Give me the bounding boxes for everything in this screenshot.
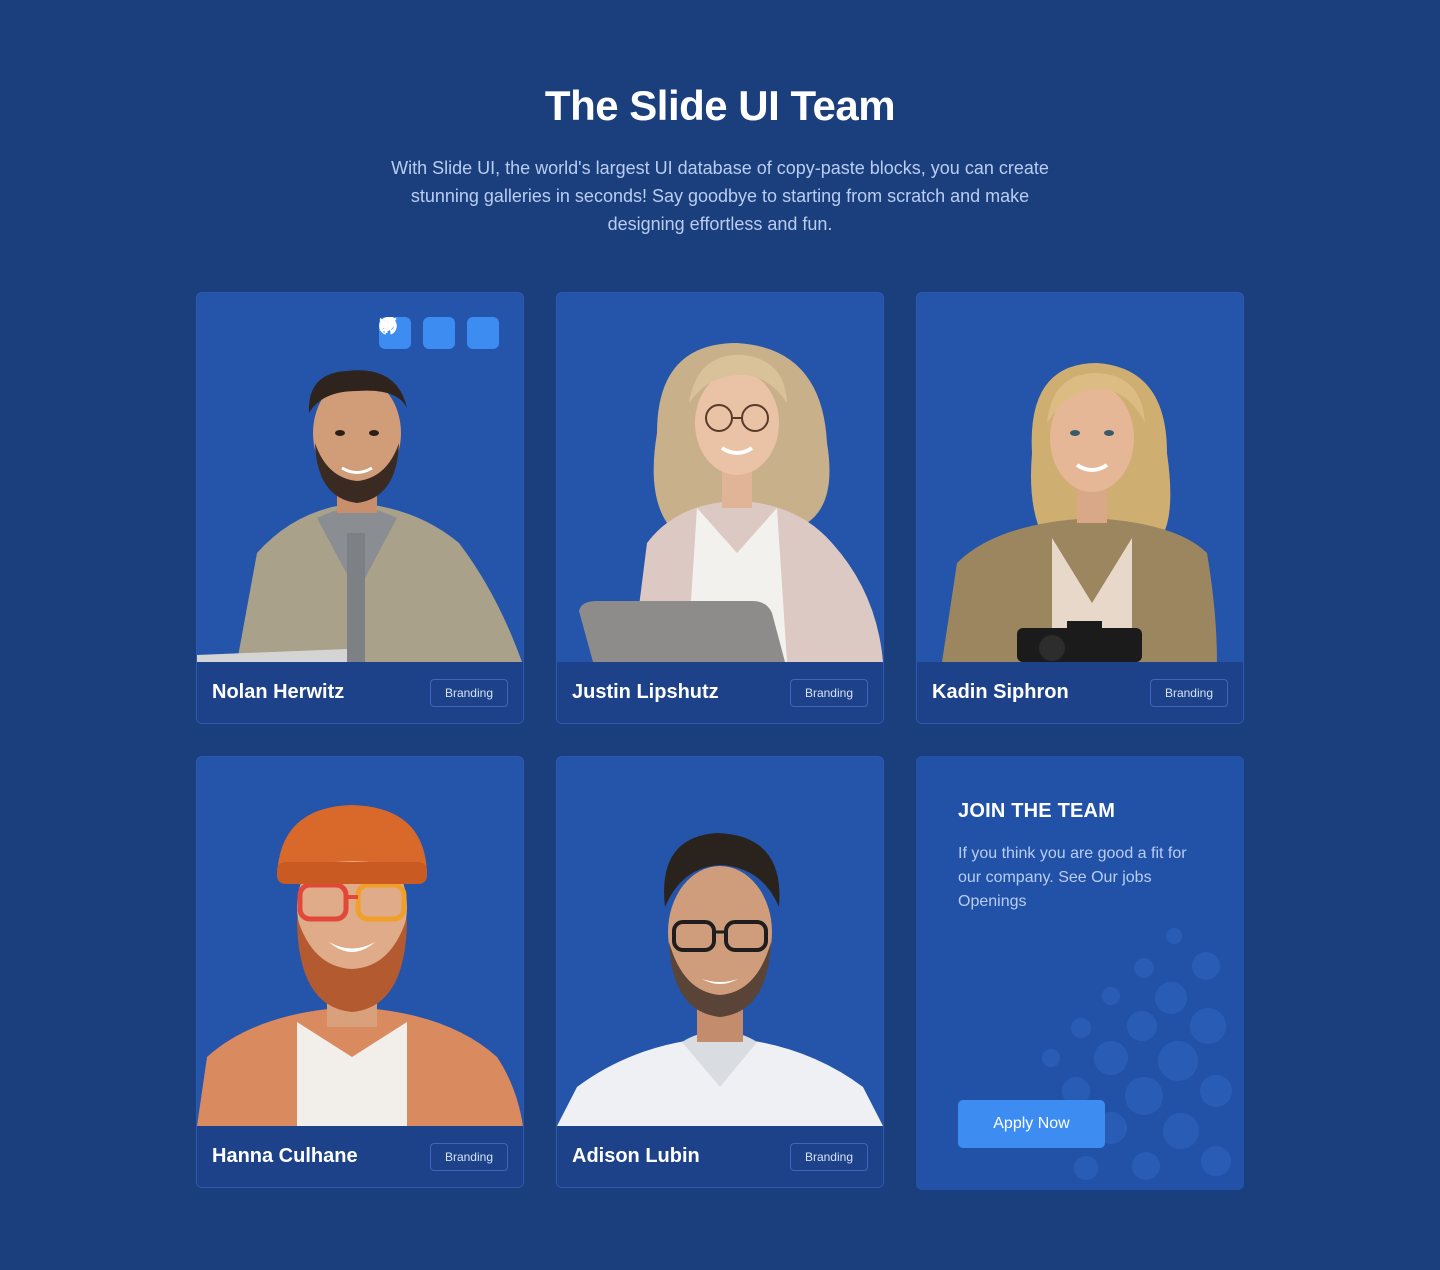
member-role-badge[interactable]: Branding [429,1142,508,1171]
join-text: If you think you are good a fit for our … [958,845,1187,910]
team-header: The Slide UI Team With Slide UI, the wor… [0,80,1440,238]
page-title: The Slide UI Team [544,82,896,129]
member-role-badge[interactable]: Branding [789,1142,868,1171]
member-role-badge[interactable]: Branding [789,678,868,707]
team-card[interactable]: Hanna Culhane Branding [196,756,524,1188]
woman-with-laptop-portrait-illustration [579,343,883,662]
team-card[interactable]: Justin Lipshutz Branding [556,292,884,724]
team-card[interactable]: Adison Lubin Branding [556,756,884,1188]
member-photo [557,293,883,662]
social-links [379,317,499,349]
member-photo [917,293,1243,662]
member-footer: Nolan Herwitz Branding [197,662,523,723]
member-name: Kadin Siphron [932,681,1069,703]
woman-with-camera-portrait-illustration [942,363,1217,662]
member-footer: Justin Lipshutz Branding [557,662,883,723]
twitter-icon[interactable] [379,317,455,349]
member-photo [197,293,523,662]
team-card[interactable]: Nolan Herwitz Branding [196,292,524,724]
team-card[interactable]: Kadin Siphron Branding [916,292,1244,724]
member-footer: Kadin Siphron Branding [917,662,1243,723]
member-role-badge[interactable]: Branding [429,678,508,707]
apply-now-button[interactable]: Apply Now [958,1100,1105,1148]
join-title: JOIN THE TEAM [958,800,1116,822]
man-with-beanie-portrait-illustration [197,805,523,1126]
join-team-card: JOIN THE TEAM If you think you are good … [916,756,1244,1190]
member-photo [197,757,523,1126]
member-photo [557,757,883,1126]
member-role-badge[interactable]: Branding [1149,678,1228,707]
github-icon[interactable] [379,317,499,349]
member-name: Nolan Herwitz [212,681,345,703]
member-name: Justin Lipshutz [572,681,719,703]
member-name: Adison Lubin [572,1145,700,1167]
page-subtitle: With Slide UI, the world's largest UI da… [391,158,1049,234]
man-with-glasses-portrait-illustration [557,833,883,1126]
member-footer: Hanna Culhane Branding [197,1126,523,1187]
member-footer: Adison Lubin Branding [557,1126,883,1187]
member-name: Hanna Culhane [212,1145,358,1167]
